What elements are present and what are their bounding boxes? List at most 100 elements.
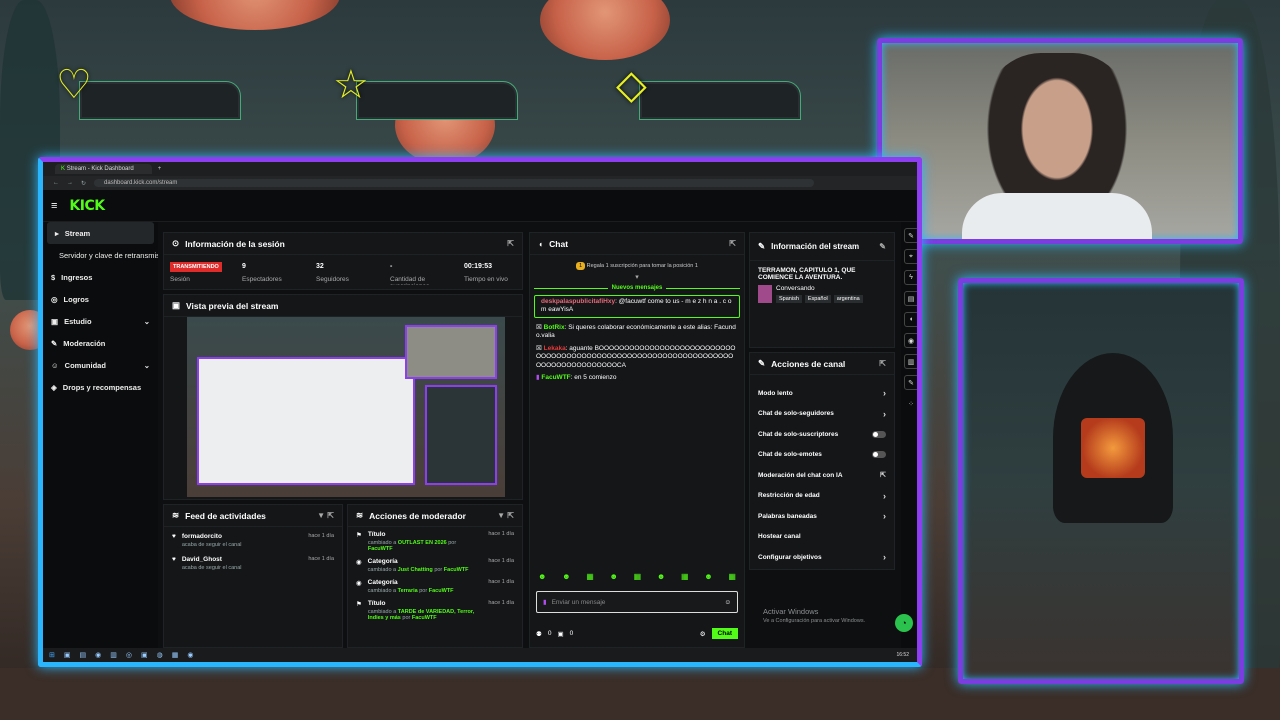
new-messages-divider[interactable]: Nuevos mensajes	[530, 285, 744, 291]
emote-icon[interactable]: ▦	[634, 572, 642, 581]
chat-username[interactable]: BotRix	[544, 324, 565, 331]
mod-action-by: por	[434, 567, 443, 573]
reload-icon[interactable]: ↻	[81, 180, 86, 187]
chat-message[interactable]: deskpalaspublicitafiHxy: @facuwtf come t…	[534, 295, 740, 318]
taskbar-app-icon[interactable]: ▣	[64, 651, 71, 659]
channel-action-banned-words[interactable]: Palabras baneadas ›	[750, 506, 894, 527]
sidebar-item-server-key[interactable]: Servidor y clave de retransmisión	[43, 244, 158, 266]
filter-icon[interactable]: ▼ ⇱	[317, 511, 334, 520]
filter-icon[interactable]: ▼ ⇱	[497, 511, 514, 520]
channel-action-ai-moderation[interactable]: Moderación del chat con IA ⇱	[750, 465, 894, 486]
gift-sub-banner[interactable]: 1 Regala 1 suscripción para tomar la pos…	[530, 255, 744, 273]
emoji-icon[interactable]: ☺	[724, 599, 731, 606]
edit-icon[interactable]: ✎	[879, 242, 886, 251]
new-tab-button[interactable]: +	[158, 166, 162, 172]
wrench-icon[interactable]: ✎	[903, 375, 917, 390]
taskbar-app-icon[interactable]: ◉	[187, 651, 193, 659]
broadcast-icon[interactable]: ◉	[903, 333, 917, 348]
stream-tag[interactable]: argentina	[833, 295, 863, 303]
forward-icon[interactable]: →	[67, 180, 73, 186]
emotes-only-toggle[interactable]	[872, 451, 886, 459]
emote-icon[interactable]: ☻	[538, 572, 546, 581]
channel-action-followers-only[interactable]: Chat de solo-seguidores ›	[750, 404, 894, 425]
mod-action-value: OUTLAST EN 2026	[397, 540, 447, 546]
taskbar-app-icon[interactable]: ◎	[126, 651, 132, 659]
channel-action-emotes-only[interactable]: Chat de solo-emotes	[750, 445, 894, 466]
chat-username[interactable]: Lekaka	[544, 345, 566, 352]
chat-input[interactable]: ▮ Enviar un mensaje ☺	[536, 591, 738, 613]
emote-icon[interactable]: ▦	[586, 572, 594, 581]
chat-message[interactable]: ☒ Lekaka: aguante BOOOOOOOOOOOOOOOOOOOOO…	[530, 343, 744, 372]
mod-action-item: ⚑ Título cambiado a TARDE de VARIEDAD, Ter…	[348, 596, 522, 623]
channel-action-age-restriction[interactable]: Restricción de edad ›	[750, 486, 894, 507]
stream-preview-video[interactable]	[187, 317, 505, 497]
support-chat-icon[interactable]: ◔	[895, 614, 913, 632]
channel-action-host[interactable]: Hostear canal	[750, 527, 894, 548]
taskbar-app-icon[interactable]: ▦	[172, 651, 179, 659]
document-icon[interactable]: ▤	[903, 291, 917, 306]
chat-username[interactable]: FacuWTF	[541, 374, 570, 381]
external-link-icon[interactable]: ⇱	[729, 239, 736, 248]
browser-tab[interactable]: K Stream - Kick Dashboard	[55, 164, 152, 174]
sidebar-item-drops[interactable]: ◈ Drops y recompensas	[43, 376, 158, 398]
url-field[interactable]: dashboard.kick.com/stream	[94, 179, 815, 187]
back-icon[interactable]: ←	[53, 180, 59, 186]
sidebar-item-ingresos[interactable]: $ Ingresos	[43, 266, 158, 288]
subs-only-toggle[interactable]	[872, 430, 886, 438]
emote-icon[interactable]: ▦	[681, 572, 689, 581]
settings-gear-icon[interactable]: ⚙	[700, 630, 706, 638]
stream-tag[interactable]: Español	[804, 295, 831, 303]
sidebar-item-comunidad[interactable]: ☺ Comunidad ⌄	[43, 354, 158, 376]
chat-message[interactable]: ▮ FacuWTF: en 5 comienzo	[530, 372, 744, 384]
panel-icon[interactable]: ▥	[903, 354, 917, 369]
pencil-icon[interactable]: ✎	[903, 228, 917, 243]
chat-send-button[interactable]: Chat	[711, 628, 738, 639]
taskbar-clock[interactable]: 16:52	[896, 652, 909, 658]
mod-icon: ≋	[356, 510, 364, 520]
taskbar-app-icon[interactable]: ▣	[141, 651, 148, 659]
taskbar-app-icon[interactable]: ◉	[95, 651, 101, 659]
emote-icon[interactable]: ☻	[657, 572, 665, 581]
stat-value: -	[390, 263, 393, 270]
browser-addressbar: ← → ↻ dashboard.kick.com/stream	[43, 176, 917, 190]
preview-panel: ▣ Vista previa del stream	[163, 294, 523, 500]
windows-start-icon[interactable]: ⊞	[49, 651, 55, 659]
taskbar-app-icon[interactable]: ▥	[110, 651, 117, 659]
channel-action-subs-only[interactable]: Chat de solo-suscriptores	[750, 424, 894, 445]
stream-icon: ▸	[55, 228, 59, 238]
mod-action-value: Just Chatting	[397, 567, 433, 573]
pin-icon[interactable]: ▾	[530, 273, 744, 281]
kick-logo[interactable]: KICK	[69, 198, 105, 214]
chat-bubble-icon[interactable]: ◖	[903, 312, 917, 327]
screen-capture-frame: K Stream - Kick Dashboard + ← → ↻ dashbo…	[38, 157, 922, 667]
channel-action-label: Palabras baneadas	[758, 512, 817, 520]
mic-icon[interactable]: ▮	[543, 598, 547, 606]
more-icon[interactable]: ⁘	[904, 396, 918, 411]
emote-icon[interactable]: ☻	[562, 572, 570, 581]
sidebar-item-estudio[interactable]: ▣ Estudio ⌄	[43, 310, 158, 332]
gift-box-icon[interactable]: ▣	[557, 630, 563, 638]
channel-action-goals[interactable]: Configurar objetivos ›	[750, 547, 894, 568]
category-icon: ◉	[356, 559, 362, 566]
external-link-icon[interactable]: ⇱	[507, 239, 514, 248]
activity-text: acaba de seguir el canal	[181, 542, 242, 548]
sidebar-item-logros[interactable]: ◎ Logros	[43, 288, 158, 310]
channel-action-slow-mode[interactable]: Modo lento ›	[750, 383, 894, 404]
menu-icon[interactable]: ≡	[51, 200, 57, 212]
emote-icon[interactable]: ☻	[610, 572, 618, 581]
external-link-icon[interactable]: ⇱	[879, 359, 886, 368]
sidebar-item-moderacion[interactable]: ✎ Moderación	[43, 332, 158, 354]
stream-tag[interactable]: Spanish	[776, 295, 802, 303]
taskbar-app-icon[interactable]: ◍	[157, 651, 163, 659]
heart-icon: ♥	[172, 533, 176, 540]
emote-icon[interactable]: ☻	[704, 572, 712, 581]
target-icon[interactable]: ⌖	[903, 249, 917, 264]
bolt-icon[interactable]: ϟ	[903, 270, 917, 285]
chat-username[interactable]: deskpalaspublicitafiHxy	[541, 298, 615, 305]
chat-message[interactable]: ☒ BotRix: Si queres colaborar económicam…	[530, 322, 744, 343]
sidebar-item-stream[interactable]: ▸ Stream	[47, 222, 154, 244]
emote-icon[interactable]: ▦	[728, 572, 736, 581]
taskbar-app-icon[interactable]: ▤	[80, 651, 87, 659]
panel-header: ▣ Vista previa del stream	[164, 295, 522, 317]
chevron-right-icon: ›	[883, 490, 886, 501]
